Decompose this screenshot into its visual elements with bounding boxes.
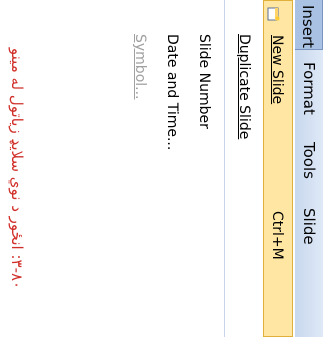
menu-bar: Insert Format Tools Slide: [294, 0, 323, 337]
new-slide-icon: [267, 7, 285, 21]
menu-item-slide-number[interactable]: Slide Number: [189, 0, 219, 337]
menu-format-label: Format: [300, 62, 318, 115]
menu-insert[interactable]: Insert: [295, 0, 323, 50]
menu-slide-label: Slide: [300, 208, 318, 245]
menu-insert-label: Insert: [299, 5, 317, 49]
menu-item-new-slide[interactable]: New Slide Ctrl+M: [263, 0, 293, 337]
menu-item-label: Duplicate Slide: [236, 34, 252, 140]
menu-item-label: Slide Number: [196, 34, 212, 129]
menu-slide[interactable]: Slide: [295, 202, 323, 262]
menu-item-date-and-time[interactable]: Date and Time...: [157, 0, 187, 337]
menu-format[interactable]: Format: [295, 56, 323, 126]
menu-item-label: New Slide: [269, 35, 285, 105]
menu-tools-label: Tools: [300, 142, 318, 179]
menu-item-symbol: Symbol...: [125, 0, 155, 337]
menu-separator: [224, 0, 225, 337]
rotated-stage: Insert Format Tools Slide New Slide Ctrl…: [0, 0, 323, 337]
menu-item-duplicate-slide[interactable]: Duplicate Slide: [229, 0, 259, 337]
figure-caption: ۳-۸۰: انځور د نوي سلايډ زياتول له مينو: [8, 47, 26, 290]
menu-item-shortcut: Ctrl+M: [269, 211, 285, 260]
menu-item-label: Symbol...: [132, 34, 148, 100]
menu-tools[interactable]: Tools: [295, 136, 323, 196]
menu-item-label: Date and Time...: [164, 34, 180, 151]
